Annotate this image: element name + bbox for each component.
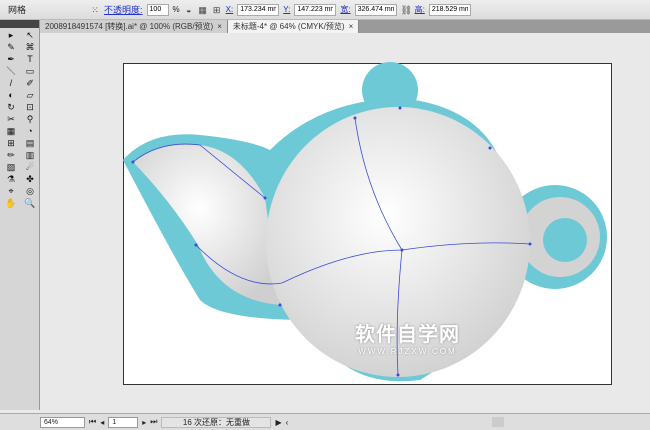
teapot-artwork[interactable] — [0, 0, 650, 430]
prev-page-icon[interactable]: ◂ — [100, 418, 104, 427]
handle-hole — [543, 218, 587, 262]
last-page-icon[interactable]: ⏭ — [150, 417, 157, 427]
scroll-left-icon[interactable]: ‹ — [286, 418, 289, 427]
next-page-icon[interactable]: ▸ — [142, 418, 146, 427]
status-bar: 64% ⏮ ◂ 1 ▸ ⏭ 16 次还原：无重做 ▶ ‹ — [0, 413, 650, 430]
history-status: 16 次还原：无重做 — [161, 416, 272, 428]
page-select[interactable]: 1 — [108, 416, 139, 428]
zoom-select[interactable]: 64% — [40, 416, 85, 428]
horizontal-scrollbar-thumb[interactable] — [492, 417, 505, 427]
watermark-url: WWW.RJZXW.COM — [358, 347, 457, 356]
status-menu-icon[interactable]: ▶ — [275, 418, 281, 427]
watermark: 软件自学网 WWW.RJZXW.COM — [355, 318, 460, 356]
first-page-icon[interactable]: ⏮ — [89, 417, 96, 427]
watermark-title: 软件自学网 — [355, 324, 460, 346]
